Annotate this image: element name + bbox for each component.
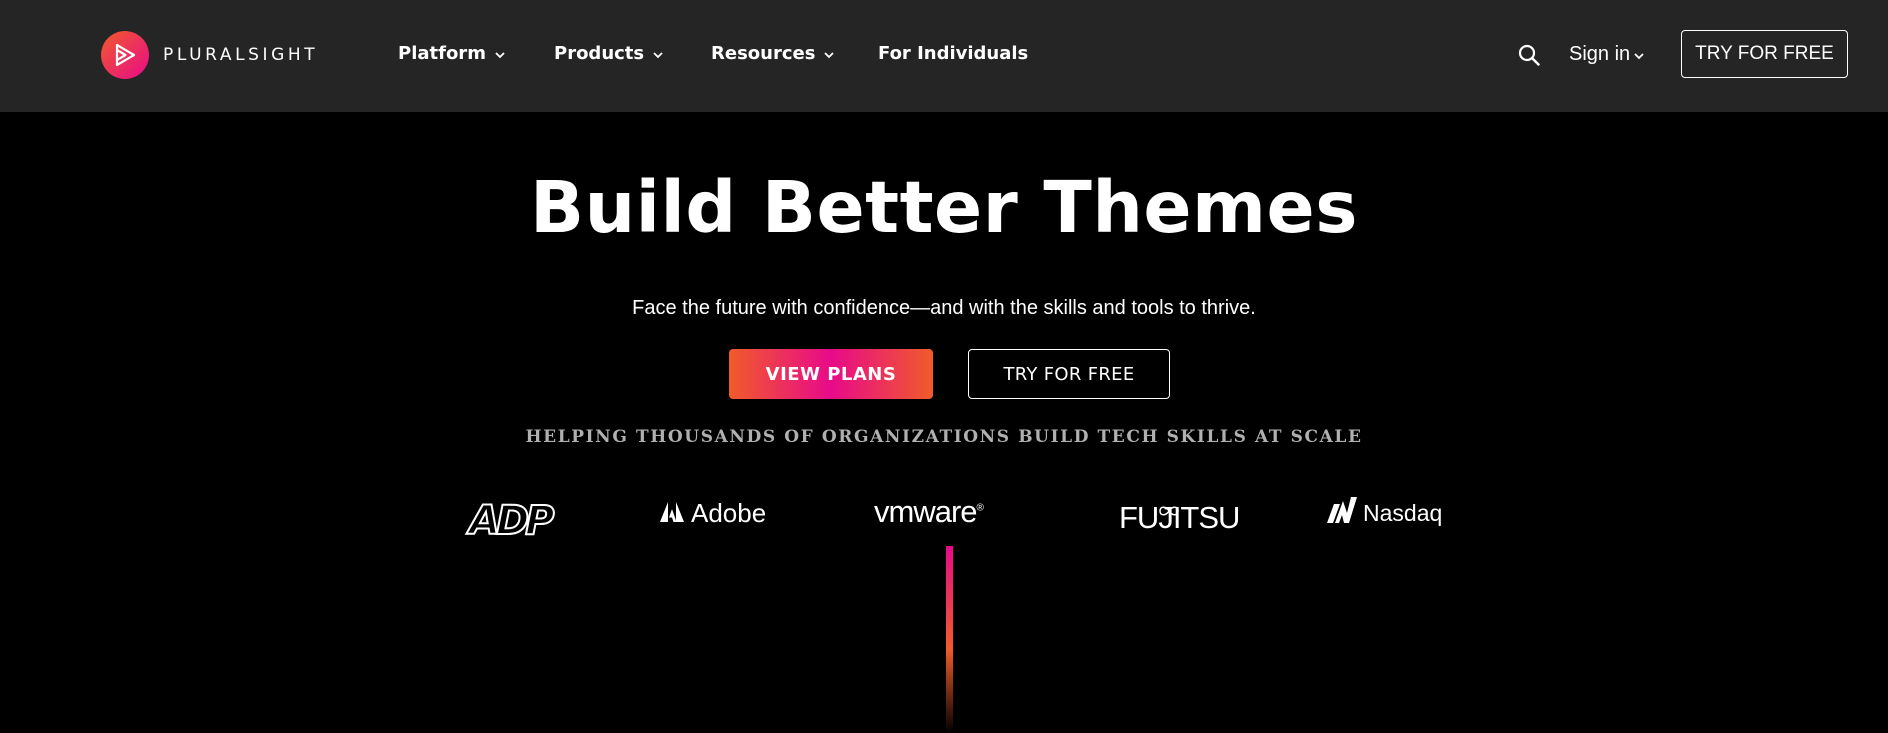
- try-for-free-button[interactable]: TRY FOR FREE: [968, 349, 1170, 399]
- vmware-logo-text: vmware: [874, 494, 978, 529]
- adobe-logo: Adobe: [660, 498, 766, 529]
- decorative-gradient-line: [946, 546, 953, 733]
- search-icon[interactable]: [1518, 44, 1540, 66]
- nav-for-individuals-label: For Individuals: [878, 43, 1029, 64]
- adp-logo: ADP: [468, 497, 556, 545]
- chevron-down-icon: [653, 43, 663, 64]
- chevron-down-icon: [824, 43, 835, 64]
- brand-name: PLURALSIGHT: [163, 44, 319, 65]
- pluralsight-logo[interactable]: PLURALSIGHT: [101, 30, 318, 79]
- chevron-down-icon: [1634, 43, 1644, 66]
- nav-resources-label: Resources: [711, 43, 816, 64]
- nav-resources[interactable]: Resources: [711, 43, 835, 64]
- nav-products-label: Products: [554, 43, 645, 64]
- nasdaq-logo-text: Nasdaq: [1363, 499, 1443, 526]
- nav-platform[interactable]: Platform: [398, 43, 505, 64]
- sign-in-menu[interactable]: Sign in: [1569, 43, 1644, 66]
- hero-subtitle: Face the future with confidence—and with…: [632, 297, 1256, 319]
- adobe-logo-text: Adobe: [691, 498, 767, 528]
- nav-products[interactable]: Products: [554, 43, 663, 64]
- hero-title: Build Better Themes: [530, 166, 1358, 249]
- adobe-mark-icon: [660, 498, 684, 529]
- try-for-free-nav-button[interactable]: TRY FOR FREE: [1681, 30, 1848, 78]
- registered-mark-icon: ®: [976, 502, 984, 514]
- view-plans-button[interactable]: VIEW PLANS: [729, 349, 933, 399]
- nav-for-individuals[interactable]: For Individuals: [878, 43, 1028, 64]
- vmware-logo: vmware®: [874, 494, 984, 530]
- nav-platform-label: Platform: [398, 43, 486, 64]
- adp-logo-text: ADP: [468, 497, 556, 545]
- customers-tagline: HELPING THOUSANDS OF ORGANIZATIONS BUILD…: [525, 427, 1363, 447]
- fujitsu-logo: FUJITSU: [1119, 500, 1240, 536]
- play-icon: [101, 30, 149, 79]
- fujitsu-infinity-icon: [1157, 489, 1181, 525]
- sign-in-label: Sign in: [1569, 43, 1631, 65]
- nasdaq-mark-icon: [1325, 495, 1359, 531]
- top-navigation: PLURALSIGHT Platform Products Resources …: [0, 0, 1888, 112]
- chevron-down-icon: [495, 43, 505, 64]
- nasdaq-logo: Nasdaq: [1325, 495, 1442, 531]
